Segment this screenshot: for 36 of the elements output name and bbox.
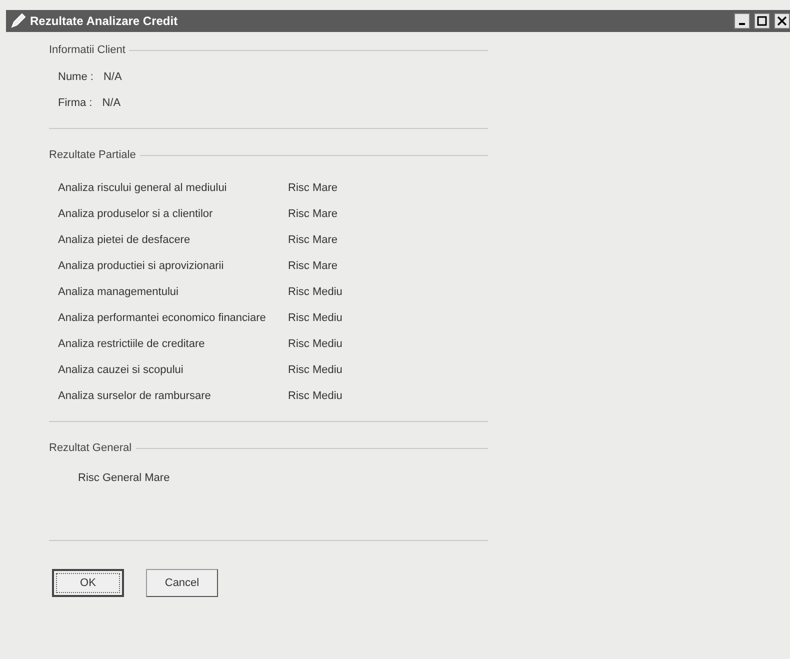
general-result: Risc General Mare (77, 471, 171, 486)
window-title: Rezultate Analizare Credit (30, 14, 178, 28)
risk-result: Risc Mediu (288, 312, 342, 324)
maximize-button[interactable] (754, 13, 770, 29)
close-icon (777, 16, 787, 26)
risk-result: Risc Mare (288, 260, 338, 272)
analysis-label: Analiza restrictiile de creditare (58, 338, 206, 350)
pencil-icon (10, 13, 26, 29)
minimize-icon (739, 23, 745, 25)
ok-button[interactable]: OK (52, 569, 124, 597)
analysis-label: Analiza surselor de rambursare (58, 390, 212, 402)
close-button[interactable] (774, 13, 790, 29)
minimize-button[interactable] (734, 13, 750, 29)
field-label: Nume : (58, 71, 94, 83)
field-value: N/A (102, 97, 121, 109)
analysis-label: Analiza riscului general al mediului (58, 182, 228, 194)
analysis-label: Analiza cauzei si scopului (58, 364, 184, 376)
analysis-label: Analiza pietei de desfacere (58, 234, 192, 246)
group-title: Informatii Client (49, 44, 126, 56)
analysis-label: Analiza productiei si aprovizionarii (58, 260, 225, 272)
risk-result: Risc Mediu (288, 286, 342, 298)
group-title: Rezultate Partiale (49, 149, 136, 161)
maximize-icon (757, 16, 767, 26)
risk-result: Risc Mediu (288, 364, 342, 376)
field-value: N/A (103, 71, 122, 83)
group-title: Rezultat General (49, 442, 132, 454)
analysis-label: Analiza produselor si a clientilor (58, 208, 214, 220)
risk-result: Risc Mare (288, 234, 338, 246)
risk-result: Risc Mare (288, 182, 338, 194)
risk-result: Risc Mediu (288, 390, 342, 402)
analysis-label: Analiza performantei economico financiare (58, 312, 267, 324)
analysis-label: Analiza managementului (58, 286, 180, 298)
field-label: Firma : (58, 97, 92, 109)
risk-result: Risc Mediu (288, 338, 342, 350)
cancel-button[interactable]: Cancel (146, 569, 218, 597)
risk-result: Risc Mare (288, 208, 338, 220)
